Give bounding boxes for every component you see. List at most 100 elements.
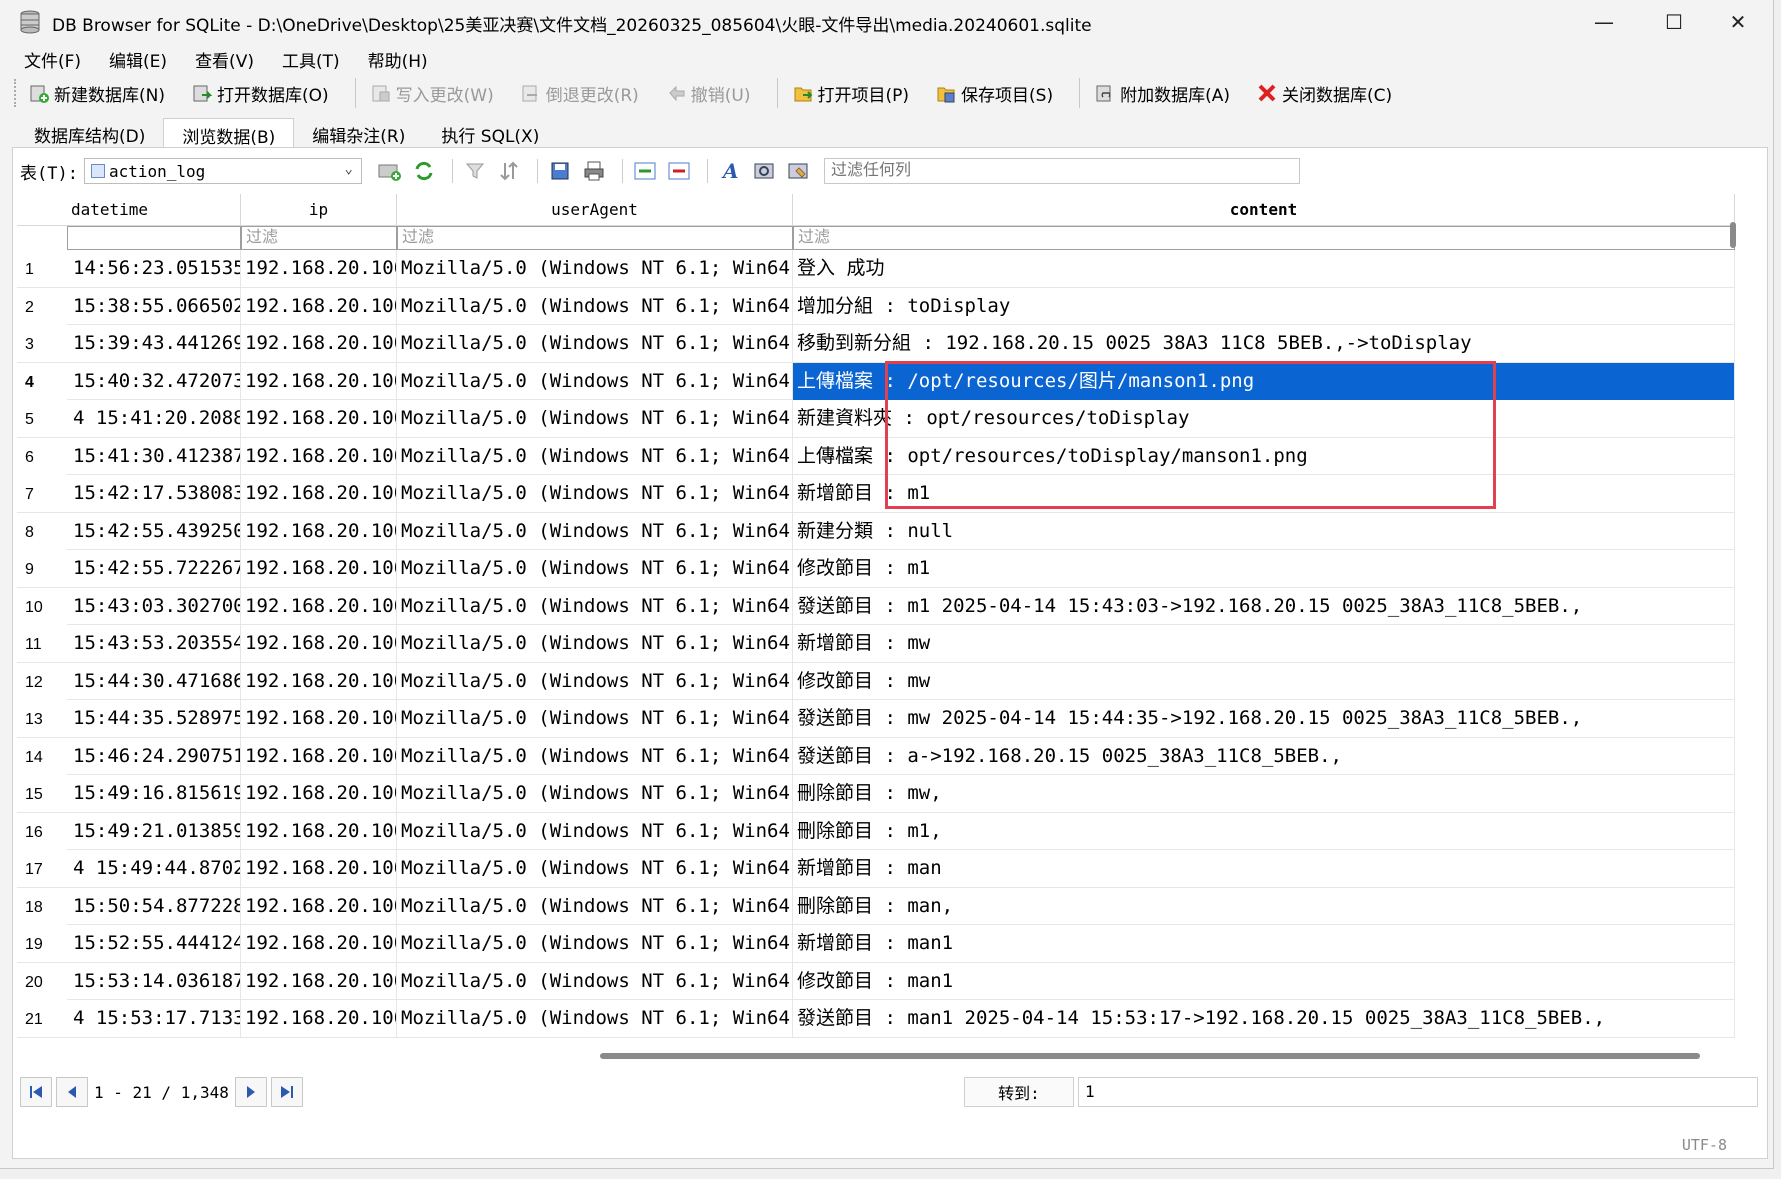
cell-ip[interactable]: 192.168.20.100 <box>241 700 397 737</box>
cell-ip[interactable]: 192.168.20.100 <box>241 812 397 850</box>
cell-content[interactable]: 上傳檔案 : opt/resources/toDisplay/manson1.p… <box>793 437 1735 475</box>
cell-content[interactable]: 發送節目 : a->192.168.20.15 0025_38A3_11C8_5… <box>793 737 1735 775</box>
table-row[interactable]: 11 15:43:53.2035548 192.168.20.100 Mozilla/… <box>17 625 1735 663</box>
cell-datetime[interactable]: 4 15:49:44.870224 <box>67 850 241 887</box>
cell-content[interactable]: 修改節目 : mw <box>793 662 1735 700</box>
row-number[interactable]: 14 <box>17 737 67 775</box>
cell-content[interactable]: 刪除節目 : m1, <box>793 812 1735 850</box>
minimize-button[interactable]: — <box>1569 0 1639 44</box>
row-number[interactable]: 19 <box>17 925 67 962</box>
cell-useragent[interactable]: Mozilla/5.0 (Windows NT 6.1; Win64; … <box>397 850 793 887</box>
cell-useragent[interactable]: Mozilla/5.0 (Windows NT 6.1; Win64; … <box>397 625 793 662</box>
cell-content[interactable]: 刪除節目 : mw, <box>793 775 1735 812</box>
row-number[interactable]: 20 <box>17 962 67 1000</box>
column-header-datetime[interactable]: datetime <box>67 194 241 226</box>
column-header-ip[interactable]: ip <box>241 194 397 226</box>
cell-ip[interactable]: 192.168.20.100 <box>241 437 397 475</box>
delete-record-icon[interactable] <box>665 158 693 184</box>
cell-content[interactable]: 修改節目 : m1 <box>793 550 1735 587</box>
goto-input[interactable]: 1 <box>1078 1077 1758 1107</box>
row-number[interactable]: 6 <box>17 437 67 475</box>
row-number[interactable]: 8 <box>17 512 67 550</box>
cell-content[interactable]: 修改節目 : man1 <box>793 962 1735 1000</box>
column-header-content[interactable]: content <box>793 194 1735 226</box>
cell-content[interactable]: 發送節目 : man1 2025-04-14 15:53:17->192.168… <box>793 1000 1735 1037</box>
cell-content[interactable]: 新增節目 : mw <box>793 625 1735 662</box>
table-row[interactable]: 18 15:50:54.8772282 192.168.20.100 Mozilla/… <box>17 887 1735 925</box>
revert-changes-button[interactable]: 倒退更改(R) <box>520 81 639 106</box>
insert-record-icon[interactable] <box>631 158 659 184</box>
cell-content[interactable]: 刪除節目 : man, <box>793 887 1735 925</box>
cell-content[interactable]: 發送節目 : m1 2025-04-14 15:43:03->192.168.2… <box>793 587 1735 625</box>
global-filter-input[interactable] <box>823 158 1300 184</box>
cell-useragent[interactable]: Mozilla/5.0 (Windows NT 6.1; Win64; … <box>397 962 793 1000</box>
cell-datetime[interactable]: 15:40:32.4720737 <box>67 362 241 400</box>
cell-content[interactable]: 登入 成功 <box>793 250 1735 287</box>
cell-useragent[interactable]: Mozilla/5.0 (Windows NT 6.1; Win64; … <box>397 700 793 737</box>
menu-edit[interactable]: 编辑(E) <box>95 47 181 72</box>
print-icon[interactable] <box>580 158 608 184</box>
table-row[interactable]: 2 15:38:55.0665024 192.168.20.100 Mozilla/5… <box>17 287 1735 325</box>
row-number[interactable]: 17 <box>17 850 67 887</box>
save-project-button[interactable]: 保存项目(S) <box>935 81 1053 106</box>
last-page-button[interactable] <box>270 1077 303 1107</box>
cell-datetime[interactable]: 15:44:30.4716865 <box>67 662 241 700</box>
cell-datetime[interactable]: 4 15:41:20.208804 <box>67 400 241 437</box>
cell-ip[interactable]: 192.168.20.100 <box>241 250 397 287</box>
cell-ip[interactable]: 192.168.20.100 <box>241 962 397 1000</box>
cell-useragent[interactable]: Mozilla/5.0 (Windows NT 6.1; Win64; … <box>397 737 793 775</box>
cell-content[interactable]: 新建資料夾 : opt/resources/toDisplay <box>793 400 1735 437</box>
table-row[interactable]: 19 15:52:55.4441242 192.168.20.100 Mozilla/… <box>17 925 1735 963</box>
close-database-button[interactable]: 关闭数据库(C) <box>1256 81 1392 106</box>
table-row[interactable]: 14 15:46:24.2907515 192.168.20.100 Mozilla/… <box>17 737 1735 775</box>
cell-useragent[interactable]: Mozilla/5.0 (Windows NT 6.1; Win64; … <box>397 887 793 925</box>
menu-file[interactable]: 文件(F) <box>10 47 95 72</box>
cell-datetime[interactable]: 15:42:55.7222671 <box>67 550 241 587</box>
cell-useragent[interactable]: Mozilla/5.0 (Windows NT 6.1; Win64; … <box>397 287 793 325</box>
cell-ip[interactable]: 192.168.20.100 <box>241 1000 397 1037</box>
add-record-icon[interactable] <box>376 158 404 184</box>
row-number[interactable]: 12 <box>17 662 67 700</box>
table-row[interactable]: 20 15:53:14.0361876 192.168.20.100 Mozilla/… <box>17 962 1735 1000</box>
cell-datetime[interactable]: 15:50:54.8772282 <box>67 887 241 925</box>
table-row[interactable]: 1 14:56:23.0515355 192.168.20.100 Mozilla/5… <box>17 250 1735 288</box>
table-row[interactable]: 214 15:53:17.713398192.168.20.100Mozilla… <box>17 1000 1735 1038</box>
cell-datetime[interactable]: 15:41:30.4123876 <box>67 437 241 475</box>
cell-useragent[interactable]: Mozilla/5.0 (Windows NT 6.1; Win64; … <box>397 662 793 700</box>
cell-ip[interactable]: 192.168.20.100 <box>241 512 397 550</box>
row-number[interactable]: 7 <box>17 475 67 512</box>
vertical-scrollbar[interactable] <box>1730 222 1736 248</box>
sort-icon[interactable] <box>495 158 523 184</box>
find-replace-icon[interactable] <box>784 158 812 184</box>
table-row[interactable]: 9 15:42:55.7222671 192.168.20.100 Mozilla/5… <box>17 550 1735 588</box>
table-row[interactable]: 8 15:42:55.4392509 192.168.20.100 Mozilla/5… <box>17 512 1735 550</box>
table-select[interactable]: action_log ⌄ <box>83 158 362 184</box>
row-number[interactable]: 3 <box>17 325 67 362</box>
cell-ip[interactable]: 192.168.20.100 <box>241 475 397 512</box>
tab-browse-data[interactable]: 浏览数据(B) <box>163 118 295 149</box>
cell-content[interactable]: 新增節目 : m1 <box>793 475 1735 512</box>
cell-content[interactable]: 新增節目 : man1 <box>793 925 1735 962</box>
refresh-icon[interactable] <box>410 158 438 184</box>
table-row[interactable]: 174 15:49:44.870224192.168.20.100Mozilla… <box>17 850 1735 888</box>
cell-ip[interactable]: 192.168.20.100 <box>241 925 397 962</box>
row-number[interactable]: 16 <box>17 812 67 850</box>
font-icon[interactable]: A <box>716 158 744 184</box>
cell-datetime[interactable]: 15:49:21.0138595 <box>67 812 241 850</box>
cell-useragent[interactable]: Mozilla/5.0 (Windows NT 6.1; Win64; … <box>397 325 793 362</box>
tab-execute-sql[interactable]: 执行 SQL(X) <box>423 118 557 148</box>
row-number[interactable]: 9 <box>17 550 67 587</box>
cell-useragent[interactable]: Mozilla/5.0 (Windows NT 6.1; Win64; … <box>397 550 793 587</box>
row-number[interactable]: 13 <box>17 700 67 737</box>
table-row[interactable]: 54 15:41:20.208804192.168.20.100Mozilla/… <box>17 400 1735 438</box>
row-number[interactable]: 11 <box>17 625 67 662</box>
cell-datetime[interactable]: 15:38:55.0665024 <box>67 287 241 325</box>
table-row[interactable]: 13 15:44:35.5289757 192.168.20.100 Mozilla/… <box>17 700 1735 738</box>
attach-database-button[interactable]: 附加数据库(A) <box>1094 81 1230 106</box>
cell-datetime[interactable]: 15:52:55.4441242 <box>67 925 241 962</box>
maximize-button[interactable]: ☐ <box>1639 0 1709 44</box>
menu-view[interactable]: 查看(V) <box>181 47 268 72</box>
cell-datetime[interactable]: 15:46:24.2907515 <box>67 737 241 775</box>
cell-ip[interactable]: 192.168.20.100 <box>241 625 397 662</box>
cell-ip[interactable]: 192.168.20.100 <box>241 287 397 325</box>
